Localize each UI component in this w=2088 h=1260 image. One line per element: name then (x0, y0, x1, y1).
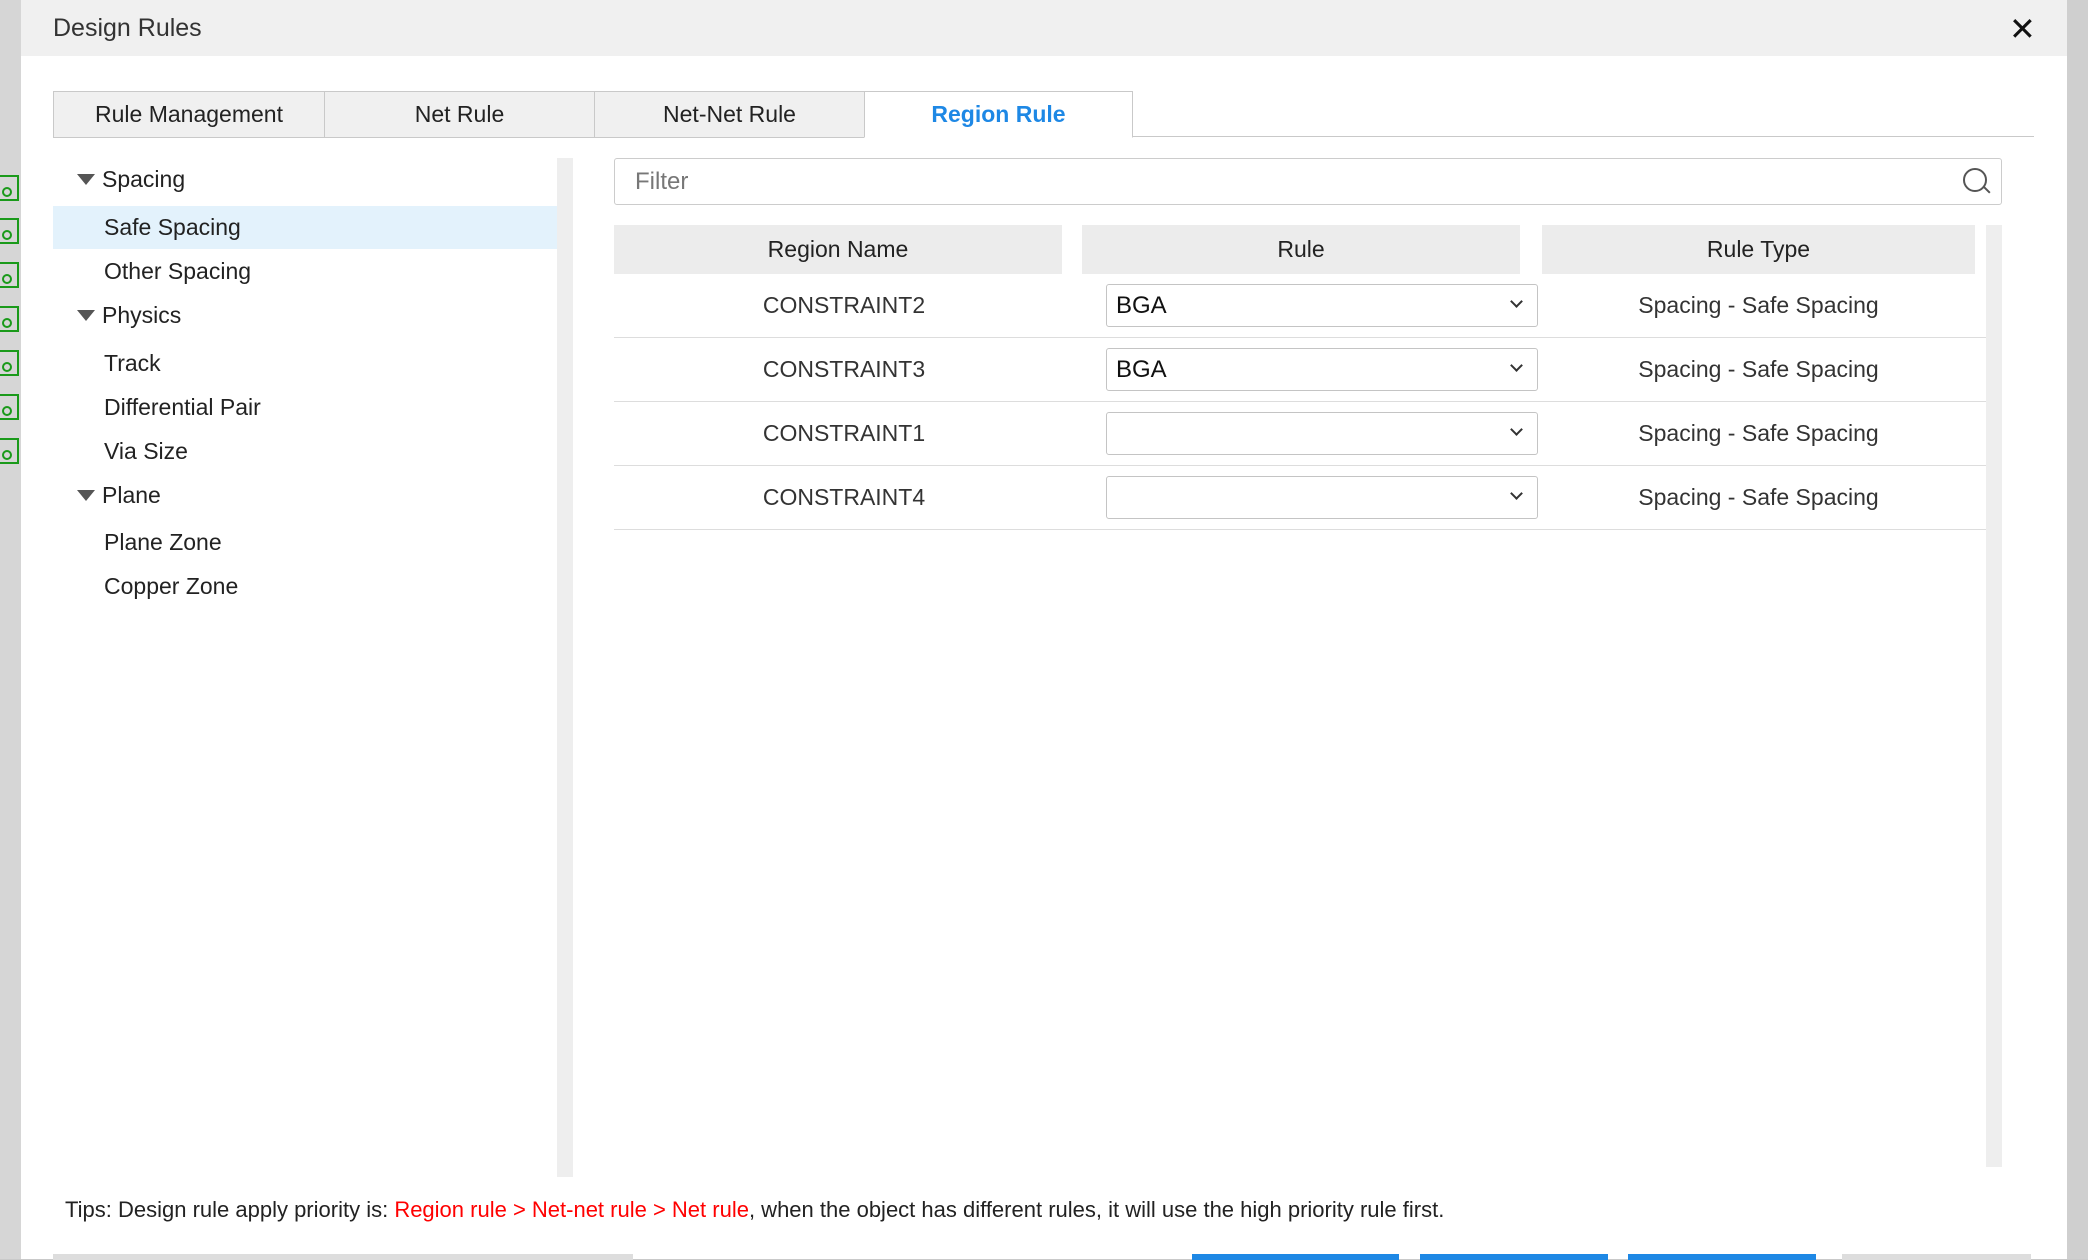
tab-net-rule[interactable]: Net Rule (324, 91, 595, 138)
tree-label: Physics (102, 302, 182, 328)
close-icon[interactable]: ✕ (2009, 10, 2036, 48)
tree-item-differential-pair[interactable]: Differential Pair (53, 386, 557, 429)
rule-tree: Spacing Safe Spacing Other Spacing Physi… (53, 158, 557, 1177)
tips-text: Tips: Design rule apply priority is: Reg… (65, 1197, 1444, 1223)
search-icon[interactable] (1963, 168, 1987, 192)
background-app-left (0, 0, 21, 1259)
chevron-down-icon (1510, 359, 1523, 372)
tree-item-copper-zone[interactable]: Copper Zone (53, 565, 557, 608)
component-icon (0, 218, 19, 244)
rule-select[interactable] (1106, 476, 1538, 519)
table-scrollbar[interactable] (1986, 225, 2002, 1167)
footer-button[interactable] (1842, 1254, 2031, 1260)
column-header-region-name[interactable]: Region Name (614, 225, 1062, 274)
component-icon (0, 262, 19, 288)
tree-scrollbar[interactable] (557, 158, 573, 1177)
tips-prefix: Tips: Design rule apply priority is: (65, 1197, 395, 1222)
tree-node-physics[interactable]: Physics (53, 294, 557, 337)
table-row[interactable]: CONSTRAINT4 Spacing - Safe Spacing (614, 466, 1986, 530)
rule-type-cell: Spacing - Safe Spacing (1638, 420, 1879, 446)
region-name-cell: CONSTRAINT4 (762, 484, 926, 510)
tips-priority: Region rule > Net-net rule > Net rule (394, 1197, 749, 1222)
component-icon (0, 350, 19, 376)
tree-item-safe-spacing[interactable]: Safe Spacing (53, 206, 557, 249)
tree-item-other-spacing[interactable]: Other Spacing (53, 250, 557, 293)
tree-item-plane-zone[interactable]: Plane Zone (53, 521, 557, 564)
rule-type-cell: Spacing - Safe Spacing (1638, 292, 1879, 318)
rule-select-value: BGA (1116, 355, 1167, 383)
tips-suffix: , when the object has different rules, i… (748, 1197, 1445, 1222)
chevron-down-icon (1510, 423, 1523, 436)
component-icon (0, 394, 19, 420)
filter-input[interactable] (614, 158, 2002, 205)
footer-button[interactable] (1628, 1254, 1816, 1260)
table-row[interactable]: CONSTRAINT2 BGA Spacing - Safe Spacing (614, 274, 1986, 338)
chevron-down-icon (1510, 295, 1523, 308)
table-row[interactable]: CONSTRAINT1 Spacing - Safe Spacing (614, 402, 1986, 466)
caret-down-icon[interactable] (77, 490, 95, 501)
tree-label: Spacing (102, 166, 186, 192)
tree-item-track[interactable]: Track (53, 342, 557, 385)
caret-down-icon[interactable] (77, 310, 95, 321)
column-header-rule-type[interactable]: Rule Type (1542, 225, 1975, 274)
tree-label: Plane (102, 482, 161, 508)
tree-item-via-size[interactable]: Via Size (53, 430, 557, 473)
background-app-right (2067, 0, 2088, 1259)
chevron-down-icon (1510, 487, 1523, 500)
rule-type-cell: Spacing - Safe Spacing (1638, 356, 1879, 382)
region-name-cell: CONSTRAINT1 (762, 420, 926, 446)
rule-select[interactable] (1106, 412, 1538, 455)
column-header-rule[interactable]: Rule (1082, 225, 1520, 274)
footer-button[interactable] (1192, 1254, 1399, 1260)
footer-button[interactable] (1420, 1254, 1608, 1260)
dialog-title: Design Rules (53, 14, 202, 42)
component-icon (0, 175, 19, 201)
component-icon (0, 438, 19, 464)
rule-select[interactable]: BGA (1106, 348, 1538, 391)
design-rules-dialog: Design Rules ✕ Rule Management Net Rule … (21, 0, 2067, 1260)
caret-down-icon[interactable] (77, 174, 95, 185)
tab-net-net-rule[interactable]: Net-Net Rule (594, 91, 865, 138)
rule-type-cell: Spacing - Safe Spacing (1638, 484, 1879, 510)
rule-select-value: BGA (1116, 291, 1167, 319)
tab-region-rule[interactable]: Region Rule (864, 91, 1133, 138)
footer-button[interactable] (53, 1254, 633, 1260)
tab-divider (1132, 136, 2034, 137)
title-bar: Design Rules ✕ (21, 0, 2067, 56)
tab-rule-management[interactable]: Rule Management (53, 91, 325, 138)
region-name-cell: CONSTRAINT2 (762, 292, 926, 318)
tree-node-plane[interactable]: Plane (53, 474, 557, 517)
table-row[interactable]: CONSTRAINT3 BGA Spacing - Safe Spacing (614, 338, 1986, 402)
region-name-cell: CONSTRAINT3 (762, 356, 926, 382)
component-icon (0, 306, 19, 332)
tree-node-spacing[interactable]: Spacing (53, 158, 557, 201)
rule-select[interactable]: BGA (1106, 284, 1538, 327)
